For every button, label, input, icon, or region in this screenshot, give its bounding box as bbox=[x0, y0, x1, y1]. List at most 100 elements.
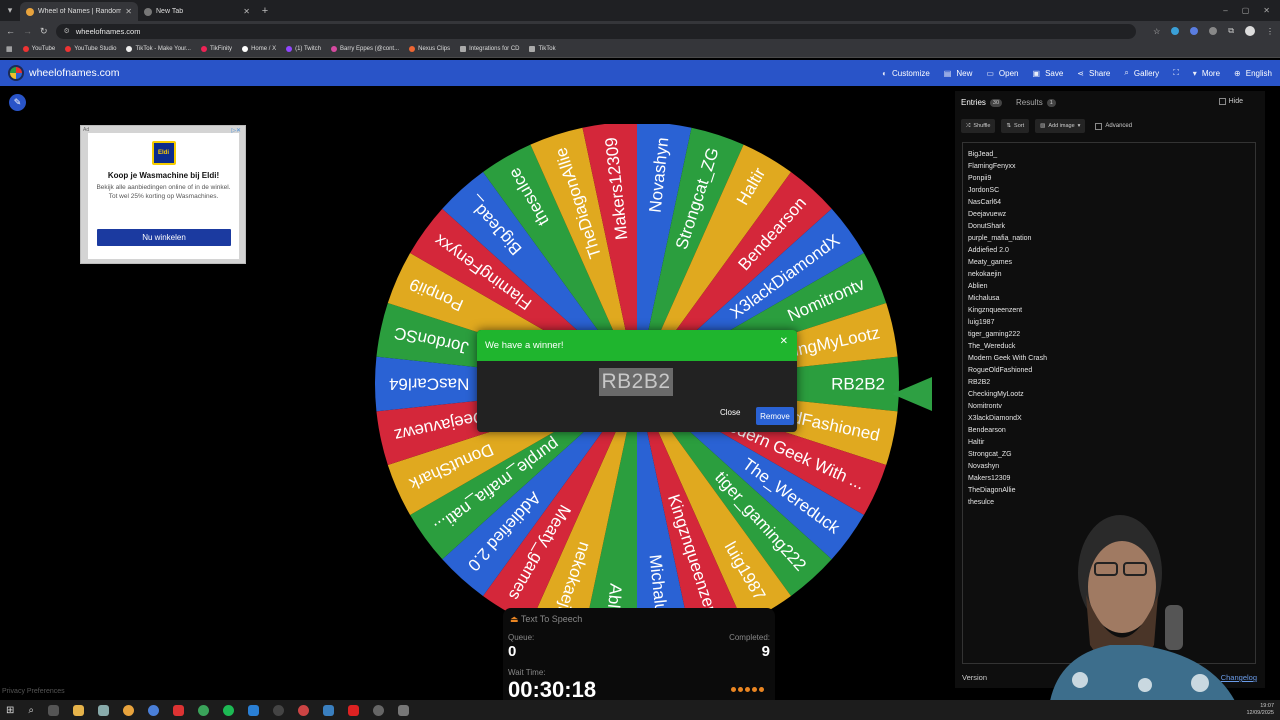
window-close-icon[interactable]: ✕ bbox=[1263, 6, 1270, 15]
bookmark-x[interactable]: Home / X bbox=[242, 46, 276, 52]
minimize-icon[interactable]: – bbox=[1223, 6, 1227, 15]
advanced-checkbox[interactable] bbox=[1095, 122, 1103, 130]
tab-entries-label: Entries bbox=[961, 98, 986, 107]
folder-icon: ▭ bbox=[986, 68, 994, 78]
advanced-toggle[interactable]: Advanced bbox=[1095, 122, 1132, 130]
nav-gallery-button[interactable]: ⌕ Gallery bbox=[1124, 68, 1159, 78]
entry-line: Nomitrontv bbox=[968, 403, 1002, 410]
bookmark-tikfinity[interactable]: TikFinity bbox=[200, 46, 233, 52]
search-icon[interactable]: ⌕ bbox=[28, 705, 34, 716]
edit-pencil-button[interactable]: ✎ bbox=[9, 94, 26, 111]
entry-line: Kingznqueenzent bbox=[968, 307, 1023, 314]
bookmark-youtube[interactable]: YouTube bbox=[22, 46, 55, 52]
tab-search-icon[interactable]: ▾ bbox=[0, 0, 20, 21]
url-input[interactable]: ⚙ wheelofnames.com bbox=[55, 23, 1136, 39]
bookmark-twitch[interactable]: (1) Twitch bbox=[286, 46, 321, 52]
entry-line: Addiefied 2.0 bbox=[968, 247, 1009, 254]
entry-line: Novashyn bbox=[968, 463, 1000, 470]
nexus-icon bbox=[409, 46, 416, 52]
entries-count-badge: 30 bbox=[989, 98, 1003, 107]
app-icon[interactable] bbox=[98, 704, 109, 716]
close-tab-icon[interactable]: ✕ bbox=[125, 7, 132, 16]
file-explorer-icon[interactable] bbox=[73, 704, 84, 716]
ad-shop-button[interactable]: Nu winkelen bbox=[97, 229, 231, 246]
tab-entries[interactable]: Entries 30 bbox=[961, 98, 1003, 107]
bookmark-label: TikFinity bbox=[209, 46, 233, 52]
chrome-profile-icon[interactable] bbox=[198, 704, 209, 716]
browser-tab-new[interactable]: New Tab ✕ bbox=[138, 2, 256, 21]
task-view-icon[interactable] bbox=[48, 704, 59, 716]
forward-icon[interactable]: → bbox=[23, 26, 32, 36]
back-icon[interactable]: ← bbox=[6, 26, 15, 36]
nav-customize-button[interactable]: ◐ Customize bbox=[882, 69, 930, 78]
chrome-icon[interactable] bbox=[123, 704, 134, 716]
chevron-down-icon: ▾ bbox=[1192, 68, 1197, 78]
extension-icon[interactable] bbox=[1209, 27, 1218, 35]
extensions-puzzle-icon[interactable]: ⧉ bbox=[1228, 26, 1234, 36]
bookmark-tiktok[interactable]: TikTok - Make Your... bbox=[126, 46, 191, 52]
reload-icon[interactable]: ↻ bbox=[40, 26, 48, 37]
chrome-profile-icon[interactable] bbox=[148, 704, 159, 716]
maximize-icon[interactable]: ▢ bbox=[1242, 6, 1250, 15]
entry-line: luig1987 bbox=[968, 319, 995, 326]
nav-new-button[interactable]: ▤ New bbox=[944, 69, 973, 78]
system-clock[interactable]: 19:07 12/09/2025 bbox=[1246, 703, 1274, 716]
nav-open-button[interactable]: ▭ Open bbox=[986, 69, 1018, 78]
obs-icon[interactable] bbox=[273, 704, 284, 716]
nav-fullscreen-button[interactable]: ⛶ bbox=[1173, 68, 1179, 78]
app-icon[interactable] bbox=[348, 704, 359, 716]
bookmark-star-icon[interactable]: ☆ bbox=[1153, 27, 1160, 36]
close-button[interactable]: Close bbox=[720, 408, 740, 417]
tab-results[interactable]: Results 1 bbox=[1016, 98, 1056, 107]
shuffle-button[interactable]: ⤮ Shuffle bbox=[961, 119, 996, 133]
app-icon[interactable] bbox=[373, 704, 384, 716]
nav-more-button[interactable]: ▾ More bbox=[1193, 69, 1220, 78]
nav-label: Save bbox=[1045, 68, 1064, 78]
profile-avatar-icon[interactable] bbox=[1245, 26, 1255, 36]
close-icon[interactable]: ✕ bbox=[780, 336, 788, 347]
app-icon[interactable] bbox=[173, 704, 184, 716]
privacy-preferences-link[interactable]: Privacy Preferences bbox=[2, 688, 65, 695]
add-image-button[interactable]: ▨ Add image ▾ bbox=[1035, 119, 1086, 133]
tiktok-icon bbox=[126, 46, 133, 52]
bookmark-label: Barry Eppes (@cont... bbox=[339, 46, 400, 52]
remove-button[interactable]: Remove bbox=[756, 407, 794, 425]
bookmarks-bar: ▦ YouTube YouTube Studio TikTok - Make Y… bbox=[0, 41, 1280, 58]
chrome-profile-icon[interactable] bbox=[298, 704, 309, 716]
browser-menu-icon[interactable]: ⋮ bbox=[1266, 27, 1274, 36]
winner-dialog-title: We have a winner! bbox=[485, 340, 564, 351]
webcam-shirt-flower bbox=[1072, 672, 1088, 688]
nav-share-button[interactable]: ⋖ Share bbox=[1077, 69, 1110, 78]
dot bbox=[759, 687, 764, 692]
tts-overlay: ⏏ Text To Speech Queue: 0 Completed: 9 W… bbox=[503, 608, 775, 708]
hide-checkbox[interactable] bbox=[1218, 98, 1226, 105]
bookmark-nexus[interactable]: Nexus Clips bbox=[409, 46, 450, 52]
apps-grid-icon[interactable]: ▦ bbox=[6, 45, 13, 53]
bookmark-youtube-studio[interactable]: YouTube Studio bbox=[65, 46, 116, 52]
new-tab-icon[interactable]: + bbox=[256, 2, 274, 21]
entry-line: Michalusa bbox=[968, 295, 1000, 302]
app-icon[interactable] bbox=[323, 704, 334, 716]
youtube-studio-icon bbox=[65, 46, 72, 52]
vscode-icon[interactable] bbox=[248, 704, 259, 716]
window-controls: – ▢ ✕ bbox=[1223, 0, 1280, 21]
extension-icon[interactable] bbox=[1171, 27, 1180, 35]
app-icon[interactable] bbox=[398, 704, 409, 716]
site-info-icon[interactable]: ⚙ bbox=[64, 27, 70, 35]
bookmark-tiktok-folder[interactable]: TikTok bbox=[529, 46, 556, 52]
extension-icon[interactable] bbox=[1190, 27, 1199, 35]
bookmark-barry[interactable]: Barry Eppes (@cont... bbox=[330, 46, 400, 52]
nav-english-button[interactable]: ⊕ English bbox=[1234, 69, 1272, 78]
browser-tab-wheel[interactable]: Wheel of Names | Random nam ✕ bbox=[20, 2, 138, 21]
close-tab-icon[interactable]: ✕ bbox=[243, 7, 250, 16]
spotify-icon[interactable] bbox=[223, 704, 234, 716]
version-label: Version bbox=[962, 673, 988, 682]
site-logo[interactable]: wheelofnames.com bbox=[8, 65, 119, 81]
entries-toolbar: ⤮ Shuffle ⇅ Sort ▨ Add image ▾ Advanced bbox=[961, 119, 1132, 133]
nav-save-button[interactable]: ▣ Save bbox=[1033, 69, 1064, 78]
sort-button[interactable]: ⇅ Sort bbox=[1001, 119, 1030, 133]
windows-start-icon[interactable]: ⊞ bbox=[6, 705, 14, 716]
bookmark-integrations[interactable]: Integrations for CD bbox=[460, 46, 519, 52]
hide-toggle[interactable]: Hide bbox=[1218, 98, 1243, 105]
bookmark-label: TikTok bbox=[538, 46, 556, 52]
